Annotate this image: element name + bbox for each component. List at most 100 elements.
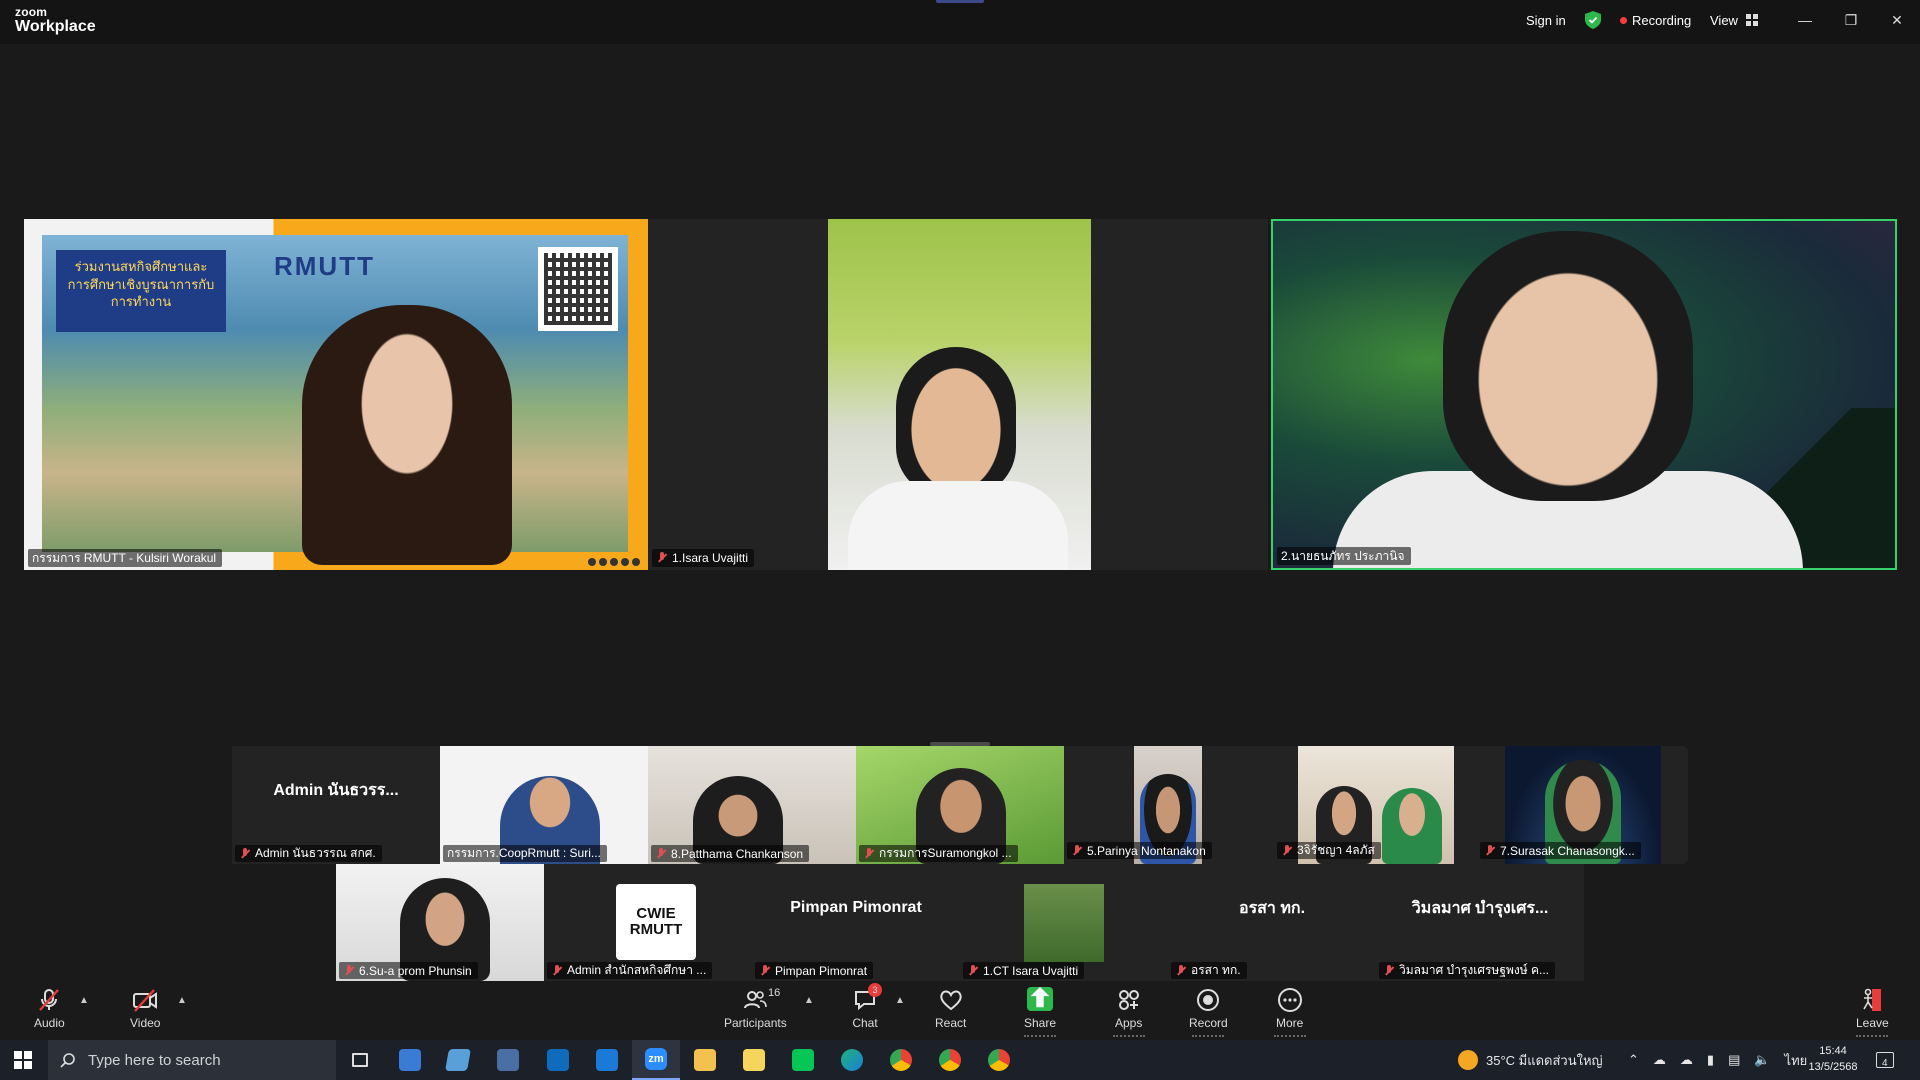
participant-display-name: Admin นันธวรร... (273, 781, 399, 799)
gallery-tile[interactable]: อรสา ทก. อรสา ทก. (1168, 864, 1376, 981)
sign-in-button[interactable]: Sign in (1526, 0, 1566, 40)
microphone-icon[interactable]: ▮ (1707, 1052, 1714, 1068)
volume-icon[interactable]: 🔈 (1754, 1052, 1770, 1068)
view-button[interactable]: View (1710, 0, 1758, 40)
notepad-app-icon[interactable] (434, 1040, 482, 1080)
gallery-tile[interactable]: กรรมการ.CoopRmutt : Suri... (440, 746, 648, 864)
gallery-tile[interactable]: กรรมการSuramongkol ... (856, 746, 1064, 864)
recording-indicator[interactable]: Recording (1620, 0, 1691, 40)
apps-button[interactable]: Apps (1112, 987, 1145, 1037)
video-tile-active-speaker[interactable]: 2.นายธนภัทร ประภานิจ (1271, 219, 1897, 570)
start-button[interactable] (0, 1040, 46, 1080)
mail-app-icon[interactable] (583, 1040, 631, 1080)
video-button[interactable]: Video (130, 987, 160, 1030)
participants-label: Participants (724, 1016, 787, 1030)
weather-widget[interactable]: 35°C มีแดดส่วนใหญ่ (1458, 1040, 1603, 1080)
gallery-tile[interactable]: Admin นันธวรร... Admin นันธวรรณ สกศ. (232, 746, 440, 864)
clock-date: 13/5/2568 (1808, 1061, 1858, 1073)
participant-name-tag: 6.Su-a prom Phunsin (339, 962, 478, 979)
taskbar-search-input[interactable]: Type here to search (48, 1040, 336, 1080)
participant-name: 3จิรัชญา 4ลภัส (1297, 843, 1375, 857)
participant-video (1443, 231, 1693, 501)
search-icon (60, 1053, 75, 1068)
participant-name-tag: 3จิรัชญา 4ลภัส (1277, 842, 1381, 859)
chat-options-caret-icon[interactable]: ▲ (895, 995, 905, 1006)
mic-muted-icon (343, 964, 355, 977)
view-label: View (1710, 12, 1738, 28)
chrome-browser-icon[interactable] (877, 1040, 925, 1080)
gallery-tile[interactable]: 1.CT Isara Uvajitti (960, 864, 1168, 981)
close-button[interactable]: ✕ (1874, 0, 1920, 40)
participant-name-tag: 7.Surasak Chanasongk... (1480, 842, 1641, 859)
video-tile-kulsiri[interactable]: ร่วมงานสหกิจศึกษาและการศึกษาเชิงบูรณาการ… (24, 219, 648, 570)
audio-button[interactable]: Audio (34, 987, 65, 1030)
audio-label: Audio (34, 1016, 65, 1030)
gallery-tile[interactable]: Pimpan Pimonrat Pimpan Pimonrat (752, 864, 960, 981)
audio-options-caret-icon[interactable]: ▲ (79, 995, 89, 1006)
taskbar-clock[interactable]: 15:44 13/5/2568 (1800, 1043, 1866, 1075)
chrome-profile-2-icon[interactable] (926, 1040, 974, 1080)
participant-name-tag: 1.Isara Uvajitti (652, 549, 755, 567)
participant-name: 6.Su-a prom Phunsin (359, 963, 472, 978)
edge-browser-icon[interactable] (828, 1040, 876, 1080)
gallery-row-2: 6.Su-a prom Phunsin CWIE RMUTT Admin สำน… (336, 864, 1584, 981)
participants-count: 16 (768, 987, 781, 999)
leave-button[interactable]: Leave (1856, 987, 1889, 1037)
tray-expand-icon[interactable]: ⌃ (1628, 1052, 1639, 1068)
chat-button[interactable]: 3 Chat (852, 983, 882, 1030)
weather-sun-icon (1458, 1050, 1478, 1070)
participant-video (302, 305, 512, 565)
zoom-logo: zoom Workplace (15, 6, 96, 35)
line-app-icon[interactable] (779, 1040, 827, 1080)
gallery-tile[interactable]: 6.Su-a prom Phunsin (336, 864, 544, 981)
mic-muted-icon (759, 964, 771, 977)
participant-name: กรรมการ RMUTT - Kulsiri Worakul (32, 550, 217, 565)
participant-name-tag: Admin นันธวรรณ สกศ. (235, 845, 382, 862)
calculator-app-icon[interactable] (484, 1040, 532, 1080)
sticky-notes-icon[interactable] (730, 1040, 778, 1080)
participant-display-name: Pimpan Pimonrat (790, 899, 922, 916)
onedrive-personal-icon[interactable]: ☁ (1680, 1052, 1693, 1068)
title-bar: zoom Workplace Sign in Recording View — … (0, 0, 1920, 44)
zoom-app-icon[interactable]: zm (632, 1040, 680, 1080)
file-explorer-icon[interactable] (681, 1040, 729, 1080)
participants-button[interactable]: 16 Participants (724, 987, 787, 1030)
share-button[interactable]: Share (1024, 986, 1056, 1037)
participant-display-name: วิมลมาศ บำรุงเศร... (1411, 899, 1549, 917)
participant-name-tag: 2.นายธนภัทร ประภานิจ (1277, 547, 1411, 565)
shared-slide-background: ร่วมงานสหกิจศึกษาและการศึกษาเชิงบูรณาการ… (42, 235, 628, 565)
system-tray: ⌃ ☁ ☁ ▮ ▤ 🔈 ไทย (1628, 1040, 1807, 1080)
mic-muted-icon (1484, 844, 1496, 857)
gallery-tile[interactable]: CWIE RMUTT Admin สำนักสหกิจศึกษา ... (544, 864, 752, 981)
news-app-icon[interactable] (386, 1040, 434, 1080)
participant-name-tag: วิมลมาศ บำรุงเศรษฐพงษ์ ค... (1379, 962, 1555, 979)
mic-muted-icon (967, 964, 979, 977)
participant-name: 7.Surasak Chanasongk... (1500, 843, 1635, 858)
onedrive-icon[interactable]: ☁ (1653, 1052, 1666, 1068)
network-icon[interactable]: ▤ (1728, 1052, 1740, 1068)
restore-button[interactable]: ❐ (1828, 0, 1874, 40)
chrome-profile-3-icon[interactable] (975, 1040, 1023, 1080)
top-drag-indicator[interactable] (936, 0, 984, 3)
apps-label: Apps (1115, 1016, 1143, 1030)
gallery-tile[interactable]: 8.Patthama Chankanson (648, 746, 856, 864)
more-button[interactable]: More (1273, 987, 1306, 1037)
participants-options-caret-icon[interactable]: ▲ (804, 995, 814, 1006)
participant-avatar-image (1024, 884, 1104, 962)
notification-icon (1876, 1052, 1894, 1068)
gallery-tile[interactable]: วิมลมาศ บำรุงเศร... วิมลมาศ บำรุงเศรษฐพง… (1376, 864, 1584, 981)
record-button[interactable]: Record (1189, 987, 1228, 1037)
task-view-icon[interactable] (336, 1040, 384, 1080)
react-button[interactable]: React (935, 987, 966, 1030)
minimize-button[interactable]: — (1782, 0, 1828, 40)
heart-icon (939, 990, 962, 1011)
camera-off-icon (133, 989, 158, 1012)
windows-taskbar: Type here to search zm 35°C มีแดดส่วนใหญ… (0, 1040, 1920, 1080)
video-tile-isara[interactable]: 1.Isara Uvajitti (648, 219, 1268, 570)
more-icon (1277, 988, 1302, 1012)
store-app-icon[interactable] (534, 1040, 582, 1080)
recording-dot-icon (1620, 16, 1627, 24)
video-options-caret-icon[interactable]: ▲ (177, 995, 187, 1006)
security-shield-icon[interactable] (1584, 0, 1602, 40)
notification-center-button[interactable]: 4 (1876, 1040, 1894, 1080)
